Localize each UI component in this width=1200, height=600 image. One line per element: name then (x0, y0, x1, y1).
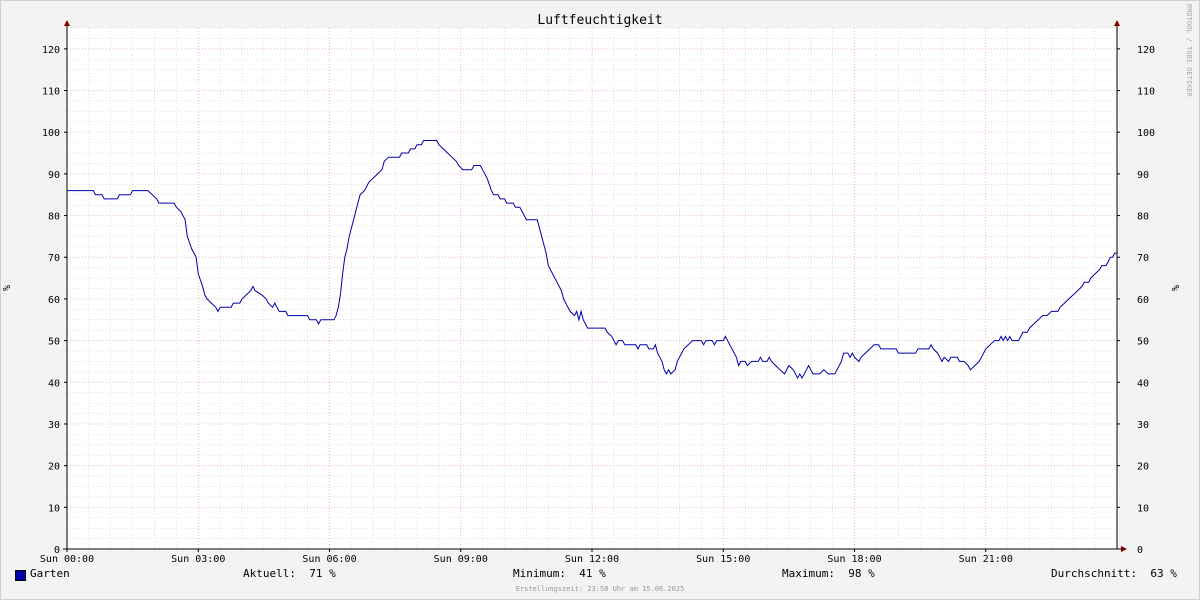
chart-title: Luftfeuchtigkeit (537, 13, 662, 28)
y-tick-label: 60 (48, 295, 60, 306)
chart-canvas: 0 10 20 30 40 50 60 70 80 90 100 110 120 0 10 20 30 40 50… (2, 4, 1193, 565)
watermark: RRDTOOL / TOBI OETIKER (1185, 4, 1193, 98)
y-tick-label: 20 (1137, 462, 1149, 473)
x-tick-label: Sun 15:00 (696, 554, 750, 565)
aktuell-label: Aktuell: (243, 567, 296, 580)
y-tick-label: 100 (1137, 128, 1155, 139)
legend-series-name: Garten (30, 567, 70, 580)
y-tick-label: 100 (42, 128, 60, 139)
y-tick-label: 30 (48, 420, 60, 431)
x-tick-label: Sun 09:00 (434, 554, 488, 565)
maximum-value: 98 % (848, 567, 875, 580)
x-tick-label: Sun 12:00 (565, 554, 619, 565)
legend-minimum: Minimum: 41 % (513, 567, 606, 580)
y-tick-label: 50 (48, 337, 60, 348)
y-tick-label: 70 (48, 253, 60, 264)
legend-aktuell: Aktuell: 71 % (243, 567, 336, 580)
x-axis-arrow (1121, 546, 1127, 552)
y-tick-label: 80 (48, 212, 60, 223)
y-tick-label: 10 (1137, 503, 1149, 514)
y-tick-label: 80 (1137, 212, 1149, 223)
x-tick-label: Sun 06:00 (302, 554, 356, 565)
y-tick-label: 40 (1137, 378, 1149, 389)
legend-maximum: Maximum: 98 % (782, 567, 875, 580)
x-tick-label: Sun 00:00 (40, 554, 94, 565)
y-axis-label-left: % (2, 285, 13, 291)
y-axis-arrow-right (1114, 20, 1120, 26)
y-tick-label: 120 (42, 45, 60, 56)
aktuell-value: 71 % (309, 567, 336, 580)
y-axis-label-right: % (1171, 285, 1182, 291)
y-tick-label: 30 (1137, 420, 1149, 431)
x-tick-labels: Sun 00:00 Sun 03:00 Sun 06:00 Sun 09:00 Sun … (40, 554, 1013, 565)
y-tick-labels-right: 0 10 20 30 40 50 60 70 80 90 100 110 120 (1137, 45, 1155, 556)
x-tick-label: Sun 21:00 (959, 554, 1013, 565)
y-tick-label: 90 (1137, 170, 1149, 181)
y-tick-label: 110 (1137, 87, 1155, 98)
y-tick-label: 20 (48, 462, 60, 473)
x-tick-label: Sun 18:00 (827, 554, 881, 565)
legend-durchschnitt: Durchschnitt: 63 % (1051, 567, 1177, 580)
y-axis-arrow-left (64, 20, 70, 26)
y-tick-label: 90 (48, 170, 60, 181)
y-tick-label: 110 (42, 87, 60, 98)
x-tick-label: Sun 03:00 (171, 554, 225, 565)
minimum-value: 41 % (579, 567, 606, 580)
y-tick-label: 70 (1137, 253, 1149, 264)
minimum-label: Minimum: (513, 567, 566, 580)
durchschnitt-value: 63 % (1150, 567, 1177, 580)
y-tick-label: 50 (1137, 337, 1149, 348)
y-tick-labels-left: 0102030405060708090100110120 (42, 45, 60, 556)
y-tick-label: 0 (1137, 545, 1143, 556)
y-tick-label: 40 (48, 378, 60, 389)
footer-timestamp: Erstellungszeit: 23:58 Uhr am 15.06.2025 (515, 585, 685, 593)
y-tick-label: 60 (1137, 295, 1149, 306)
y-tick-label: 120 (1137, 45, 1155, 56)
legend-swatch (15, 570, 26, 581)
maximum-label: Maximum: (782, 567, 835, 580)
y-tick-label: 10 (48, 503, 60, 514)
durchschnitt-label: Durchschnitt: (1051, 567, 1138, 580)
